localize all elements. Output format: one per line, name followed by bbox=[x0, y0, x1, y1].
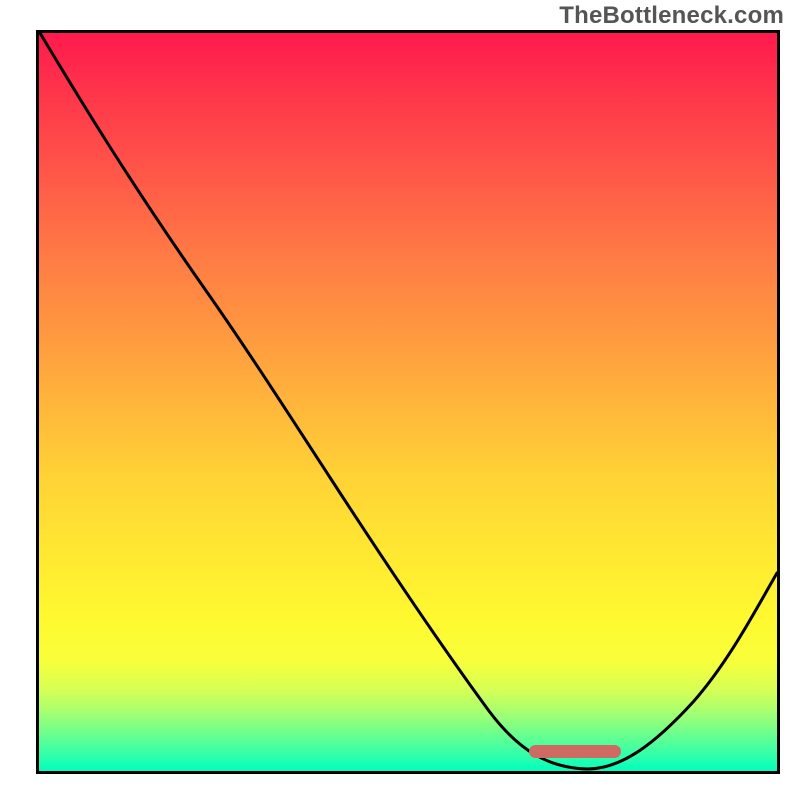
plot-area bbox=[36, 30, 780, 774]
bottleneck-curve-path bbox=[40, 33, 777, 769]
optimal-marker bbox=[529, 745, 621, 758]
watermark-text: TheBottleneck.com bbox=[559, 2, 784, 30]
chart-container: TheBottleneck.com bbox=[0, 0, 800, 800]
curve-svg bbox=[39, 33, 777, 771]
